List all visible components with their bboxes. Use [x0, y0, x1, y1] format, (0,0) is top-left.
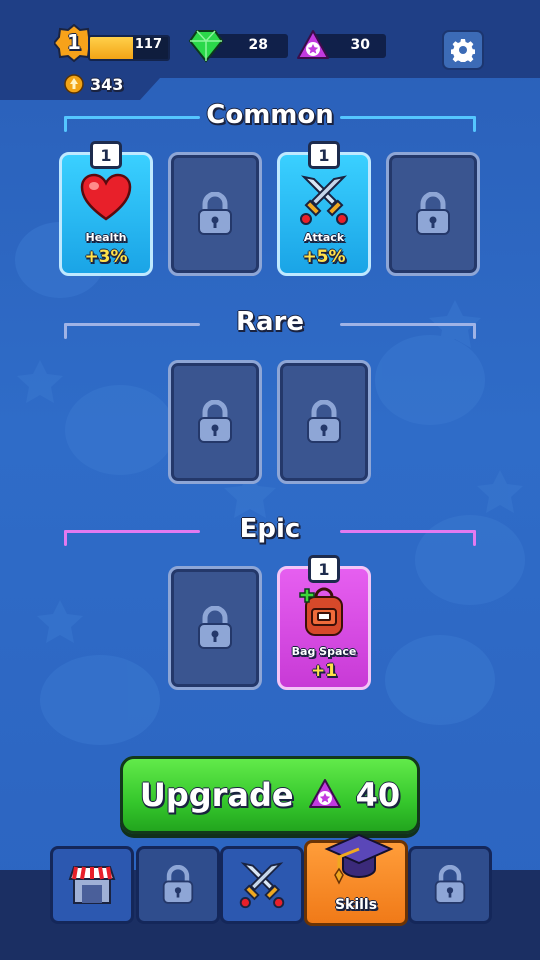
lock-icon — [198, 192, 232, 235]
section-divider-cap — [473, 116, 476, 132]
section-divider — [340, 530, 476, 533]
section-divider — [340, 323, 476, 326]
lock-icon — [434, 865, 466, 904]
lock-icon — [198, 400, 232, 443]
upgrade-button[interactable]: Upgrade 40 — [120, 756, 420, 834]
section-divider — [64, 116, 200, 119]
section-divider — [64, 530, 200, 533]
section-divider-cap — [64, 530, 67, 546]
tokens-value: 30 — [350, 37, 370, 53]
nav-locked-button[interactable] — [408, 846, 492, 924]
green-gem-icon — [188, 30, 224, 63]
crossed-swords-icon — [239, 862, 285, 909]
card-name: Bag Space — [291, 645, 357, 658]
skill-card-locked[interactable] — [277, 360, 371, 484]
skill-card-locked[interactable] — [168, 566, 262, 690]
skill-card-bag-space[interactable]: 1 Bag Space +1 — [277, 555, 371, 690]
lock-icon — [307, 400, 341, 443]
coins-counter: 343 — [64, 74, 123, 94]
purple-token-icon — [297, 30, 329, 59]
gear-icon — [451, 39, 475, 62]
settings-button[interactable] — [442, 30, 484, 70]
card-name: Health — [85, 231, 127, 244]
upgrade-label: Upgrade — [139, 776, 294, 814]
xp-value: 117 — [134, 37, 162, 52]
lock-icon — [198, 606, 232, 649]
card-count-badge: 1 — [90, 141, 122, 169]
lock-icon — [162, 865, 194, 904]
gems-value: 28 — [248, 37, 268, 53]
card-bonus: +3% — [84, 247, 128, 267]
shop-icon — [68, 866, 116, 904]
section-divider — [340, 116, 476, 119]
section-divider-cap — [64, 323, 67, 339]
card-count-badge: 1 — [308, 555, 340, 583]
section-title-epic: Epic — [239, 514, 301, 544]
nav-skills-label: Skills — [334, 897, 378, 913]
purple-token-icon — [308, 779, 341, 808]
section-title-common: Common — [206, 100, 334, 130]
coin-icon — [64, 74, 84, 94]
coins-value: 343 — [90, 74, 124, 94]
heart-icon — [80, 173, 132, 221]
section-divider-cap — [473, 530, 476, 546]
skill-card-locked[interactable] — [168, 360, 262, 484]
card-bonus: +5% — [302, 247, 346, 267]
upgrade-cost: 40 — [355, 776, 401, 814]
card-name: Attack — [303, 231, 345, 244]
lock-icon — [416, 192, 450, 235]
nav-battle-button[interactable] — [220, 846, 304, 924]
nav-locked-button[interactable] — [136, 846, 220, 924]
skill-card-locked[interactable] — [168, 152, 262, 276]
graduation-cap-icon — [324, 833, 394, 885]
nav-shop-button[interactable] — [50, 846, 134, 924]
backpack-icon — [299, 587, 343, 636]
level-number: 1 — [67, 30, 81, 54]
section-divider — [64, 323, 200, 326]
skill-card-attack[interactable]: 1 Attack +5% — [277, 141, 371, 276]
skill-card-health[interactable]: 1 Health +3% — [59, 141, 153, 276]
section-title-rare: Rare — [235, 307, 305, 337]
crossed-swords-icon — [300, 175, 348, 225]
card-count-badge: 1 — [308, 141, 340, 169]
nav-skills-button[interactable]: Skills — [304, 833, 408, 926]
section-divider-cap — [473, 323, 476, 339]
card-bonus: +1 — [310, 661, 338, 681]
section-divider-cap — [64, 116, 67, 132]
skill-card-locked[interactable] — [386, 152, 480, 276]
